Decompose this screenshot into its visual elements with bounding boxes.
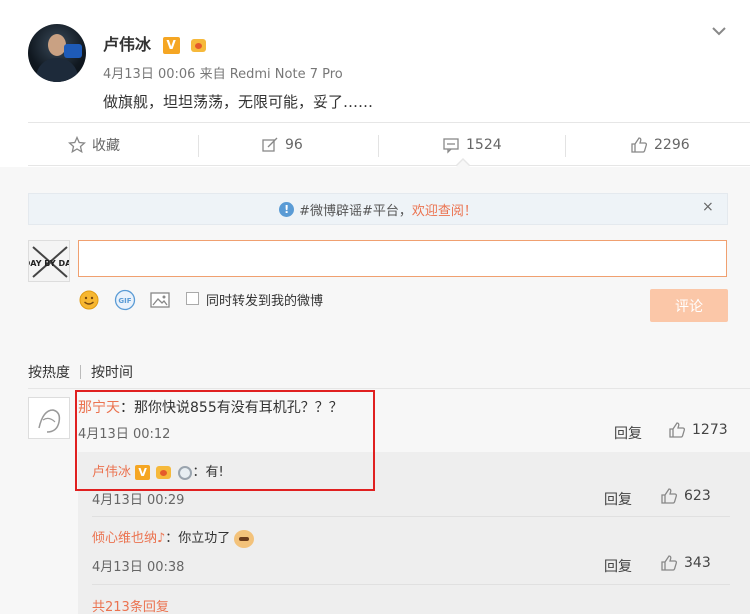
day-by-day-logo-icon: DAY BY DAY — [29, 241, 70, 281]
sort-tabs: 按热度 按时间 — [28, 362, 133, 382]
comment-reply-button[interactable]: 回复 — [614, 423, 642, 443]
rumor-notice: ! #微博辟谣#平台， 欢迎查阅！ — [28, 193, 728, 225]
thumbs-up-icon — [661, 488, 678, 504]
reply-item: 倾心维也纳♪：你立功了 — [92, 527, 255, 548]
chevron-down-icon[interactable] — [710, 22, 728, 40]
favorite-label: 收藏 — [92, 138, 120, 154]
weibo-post-card: 卢伟冰 V 4月13日 00:06 来自 Redmi Note 7 Pro 做旗… — [0, 0, 750, 614]
svg-text:GIF: GIF — [118, 297, 131, 305]
post-time[interactable]: 4月13日 00:06 — [103, 67, 195, 82]
reply-like-button[interactable]: 623 — [660, 487, 711, 505]
panel-caret-inner — [456, 160, 470, 167]
notice-text: #微博辟谣#平台， — [299, 203, 412, 219]
emoji-icon[interactable] — [78, 289, 100, 311]
favorite-button[interactable]: 收藏 — [68, 123, 120, 167]
gif-icon[interactable]: GIF — [114, 289, 136, 311]
commenter-avatar[interactable] — [28, 397, 70, 439]
comment-button[interactable]: 1524 — [442, 123, 502, 167]
tab-by-hot[interactable]: 按热度 — [28, 362, 70, 382]
my-avatar: DAY BY DAY — [28, 240, 70, 282]
reply-like-count: 623 — [684, 488, 711, 504]
repost-count: 96 — [285, 137, 303, 153]
cat-sticker-icon — [234, 529, 255, 548]
post-meta: 4月13日 00:06 来自 Redmi Note 7 Pro — [103, 63, 343, 82]
comment-icon — [443, 138, 459, 154]
reply-user-name[interactable]: 倾心维也纳♪ — [92, 531, 165, 546]
author-name[interactable]: 卢伟冰 — [103, 35, 151, 54]
author-avatar[interactable] — [28, 24, 86, 82]
thumbs-up-icon — [669, 422, 686, 438]
comment-input[interactable] — [78, 240, 727, 277]
repost-button[interactable]: 96 — [261, 123, 303, 167]
thumbs-up-icon — [631, 137, 648, 153]
notice-link[interactable]: 欢迎查阅！ — [412, 200, 477, 219]
star-icon — [68, 136, 86, 154]
reply-like-button[interactable]: 343 — [660, 554, 711, 572]
medal-icon — [189, 37, 209, 54]
svg-text:DAY BY DAY: DAY BY DAY — [29, 259, 70, 268]
like-button[interactable]: 2296 — [630, 123, 690, 167]
action-bar: 收藏 96 1524 2296 — [28, 122, 750, 166]
image-icon[interactable] — [149, 289, 171, 311]
forward-checkbox[interactable] — [186, 292, 199, 305]
forward-label[interactable]: 同时转发到我的微博 — [206, 290, 323, 309]
tab-by-time[interactable]: 按时间 — [91, 362, 133, 382]
author-line: 卢伟冰 V — [103, 31, 209, 55]
post-source: 来自 Redmi Note 7 Pro — [199, 67, 343, 82]
like-count: 2296 — [654, 137, 690, 153]
reply-date: 4月13日 00:29 — [92, 493, 185, 508]
reply-like-count: 343 — [684, 555, 711, 571]
highlight-box — [75, 390, 375, 491]
comment-count: 1524 — [466, 137, 502, 153]
reply-body: ：你立功了 — [165, 531, 231, 546]
close-icon[interactable]: × — [702, 199, 714, 215]
info-icon: ! — [279, 201, 295, 217]
comment-like-count: 1273 — [692, 422, 728, 438]
repost-icon — [262, 137, 278, 152]
comment-like-button[interactable]: 1273 — [668, 421, 728, 439]
thumbs-up-icon — [661, 555, 678, 571]
sort-divider — [28, 388, 750, 389]
submit-comment-button[interactable]: 评论 — [650, 289, 728, 322]
reply-divider — [92, 584, 730, 585]
reply-reply-button[interactable]: 回复 — [604, 556, 632, 576]
sketch-avatar-icon — [38, 409, 61, 433]
reply-date: 4月13日 00:38 — [92, 560, 185, 575]
reply-divider — [92, 516, 730, 517]
verified-badge: V — [162, 37, 180, 54]
post-text: 做旗舰，坦坦荡荡，无限可能，妥了…… — [103, 93, 374, 111]
reply-reply-button[interactable]: 回复 — [604, 489, 632, 509]
more-replies-link[interactable]: 共213条回复 — [92, 596, 169, 614]
